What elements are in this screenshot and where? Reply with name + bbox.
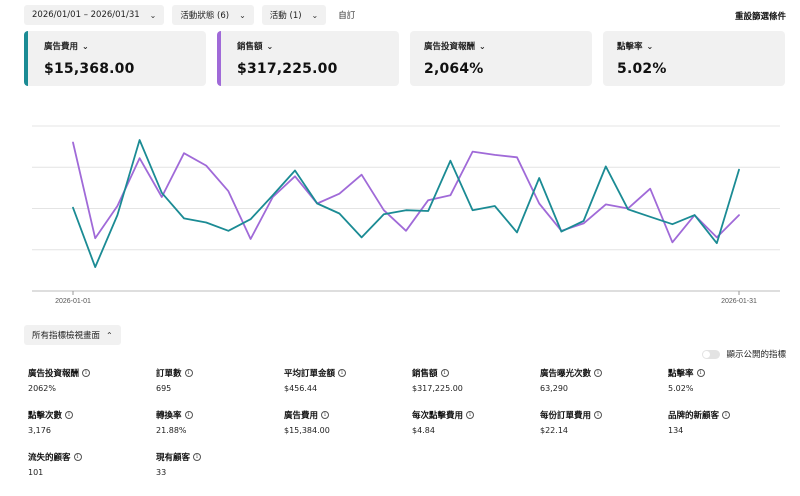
info-icon[interactable]: i bbox=[440, 369, 449, 377]
all-metrics-view-toggle[interactable]: 所有指標檢視畫面 ⌃ bbox=[24, 325, 121, 345]
metric-label: 訂單數 bbox=[156, 369, 182, 379]
metric-value: $4.84 bbox=[412, 426, 435, 435]
metric-label: 點擊率 bbox=[668, 369, 694, 379]
metric-label: 品牌的新顧客 bbox=[668, 411, 720, 421]
reset-filters-button[interactable]: 重設篩選條件 bbox=[735, 10, 786, 22]
public-metrics-label: 顯示公開的指標 bbox=[726, 350, 786, 360]
info-icon[interactable]: i bbox=[82, 369, 91, 377]
campaign-filter-label: 活動 (1) bbox=[269, 11, 302, 21]
metric-label: 平均訂單金額 bbox=[284, 369, 336, 379]
metric-card-ctr[interactable]: 點擊率 ⌄ 5.02% bbox=[603, 31, 785, 86]
card-value: $15,368.00 bbox=[44, 61, 135, 77]
info-icon[interactable]: i bbox=[466, 411, 475, 419]
metric-value: 33 bbox=[156, 468, 167, 477]
chevron-down-icon[interactable]: ⌄ bbox=[82, 42, 89, 51]
chevron-down-icon: ⌄ bbox=[239, 10, 246, 20]
metric-item: 平均訂單金額 i $456.44 bbox=[284, 367, 412, 400]
metric-item: 轉換率 i 21.88% bbox=[156, 409, 284, 442]
metric-item: 流失的顧客 i 101 bbox=[28, 451, 156, 484]
metric-value: 134 bbox=[668, 426, 684, 435]
info-icon[interactable]: i bbox=[65, 411, 74, 419]
chevron-down-icon[interactable]: ⌄ bbox=[647, 42, 654, 51]
card-label: 銷售額 bbox=[237, 42, 263, 52]
metric-item: 點擊率 i 5.02% bbox=[668, 367, 778, 400]
info-icon[interactable]: i bbox=[722, 411, 731, 419]
date-range-picker[interactable]: 2026/01/01 – 2026/01/31 ⌄ bbox=[24, 5, 165, 25]
metric-value: $317,225.00 bbox=[412, 384, 463, 393]
chevron-down-icon[interactable]: ⌄ bbox=[479, 42, 486, 51]
metric-item: 每份訂單費用 i $22.14 bbox=[540, 409, 668, 442]
info-icon[interactable]: i bbox=[184, 411, 193, 419]
metric-label: 廣告曝光次數 bbox=[540, 369, 592, 379]
metric-item: 品牌的新顧客 i 134 bbox=[668, 409, 778, 442]
metric-value: $15,384.00 bbox=[284, 426, 330, 435]
public-metrics-switch[interactable] bbox=[702, 349, 721, 359]
metric-value: $456.44 bbox=[284, 384, 318, 393]
chevron-down-icon: ⌄ bbox=[311, 10, 319, 20]
metric-label: 轉換率 bbox=[156, 411, 182, 421]
campaign-status-filter[interactable]: 活動狀態 (6) ⌄ bbox=[172, 5, 254, 25]
info-icon[interactable]: i bbox=[321, 411, 330, 419]
metrics-grid: 廣告投資報酬 i 2062% 訂單數 i 695 平均訂單金額 i $456.44 銷售額 i $31… bbox=[28, 367, 798, 484]
metric-value: 695 bbox=[156, 384, 172, 393]
chevron-up-icon: ⌃ bbox=[106, 330, 113, 340]
x-tick-label: 2026-01-01 bbox=[55, 298, 91, 305]
metric-item: 銷售額 i $317,225.00 bbox=[412, 367, 540, 400]
card-value: $317,225.00 bbox=[237, 61, 338, 77]
metric-item: 廣告曝光次數 i 63,290 bbox=[540, 367, 668, 400]
metric-cards: 廣告費用 ⌄ $15,368.00 銷售額 ⌄ $317,225.00 廣告投資報酬… bbox=[24, 31, 785, 86]
metric-label: 銷售額 bbox=[412, 369, 438, 379]
card-label: 廣告費用 bbox=[44, 42, 79, 52]
metric-label: 廣告費用 bbox=[284, 411, 319, 421]
line-chart-svg: 2026-01-01 2026-01-31 bbox=[32, 125, 780, 305]
metric-item: 廣告投資報酬 i 2062% bbox=[28, 367, 156, 400]
metric-item: 廣告費用 i $15,384.00 bbox=[284, 409, 412, 442]
custom-label: 自訂 bbox=[338, 11, 356, 21]
card-value: 5.02% bbox=[617, 61, 667, 77]
metric-item: 點擊次數 i 3,176 bbox=[28, 409, 156, 442]
campaign-filter[interactable]: 活動 (1) ⌄ bbox=[261, 5, 327, 25]
info-icon[interactable]: i bbox=[696, 369, 705, 377]
info-icon[interactable]: i bbox=[193, 453, 202, 461]
metric-card-ad-spend[interactable]: 廣告費用 ⌄ $15,368.00 bbox=[24, 31, 206, 86]
metric-value: $22.14 bbox=[540, 426, 568, 435]
metric-label: 現有顧客 bbox=[156, 453, 191, 463]
metric-value: 63,290 bbox=[540, 384, 568, 393]
metric-label: 流失的顧客 bbox=[28, 453, 71, 463]
info-icon[interactable]: i bbox=[594, 411, 603, 419]
metric-item: 每次點擊費用 i $4.84 bbox=[412, 409, 540, 442]
metric-value: 2062% bbox=[28, 384, 56, 393]
info-icon[interactable]: i bbox=[184, 369, 193, 377]
metric-card-roas[interactable]: 廣告投資報酬 ⌄ 2,064% bbox=[410, 31, 592, 86]
card-label: 廣告投資報酬 bbox=[424, 42, 476, 52]
chevron-down-icon: ⌄ bbox=[149, 10, 157, 20]
metric-item: 現有顧客 i 33 bbox=[156, 451, 284, 484]
x-tick-label: 2026-01-31 bbox=[721, 298, 757, 305]
info-icon[interactable]: i bbox=[594, 369, 603, 377]
line-chart: 2026-01-01 2026-01-31 bbox=[0, 98, 800, 314]
card-label: 點擊率 bbox=[617, 42, 643, 52]
metric-label: 點擊次數 bbox=[28, 411, 63, 421]
metric-value: 3,176 bbox=[28, 426, 51, 435]
chevron-down-icon[interactable]: ⌄ bbox=[267, 42, 274, 51]
metric-value: 101 bbox=[28, 468, 44, 477]
metric-label: 每次點擊費用 bbox=[412, 411, 464, 421]
filter-toolbar: 2026/01/01 – 2026/01/31 ⌄ 活動狀態 (6) ⌄ 活動 … bbox=[24, 5, 355, 25]
card-value: 2,064% bbox=[424, 61, 484, 77]
metric-label: 每份訂單費用 bbox=[540, 411, 592, 421]
all-metrics-view-label: 所有指標檢視畫面 bbox=[32, 331, 101, 341]
metric-value: 5.02% bbox=[668, 384, 694, 393]
date-range-text: 2026/01/01 – 2026/01/31 bbox=[32, 10, 140, 20]
info-icon[interactable]: i bbox=[73, 453, 82, 461]
metric-item: 訂單數 i 695 bbox=[156, 367, 284, 400]
info-icon[interactable]: i bbox=[338, 369, 347, 377]
campaign-status-filter-label: 活動狀態 (6) bbox=[180, 11, 230, 21]
metric-value: 21.88% bbox=[156, 426, 187, 435]
metric-card-sales[interactable]: 銷售額 ⌄ $317,225.00 bbox=[217, 31, 399, 86]
series-line-teal bbox=[72, 139, 740, 269]
metric-label: 廣告投資報酬 bbox=[28, 369, 80, 379]
public-metrics-toggle: 顯示公開的指標 bbox=[702, 348, 786, 360]
series-line-purple bbox=[72, 141, 740, 244]
